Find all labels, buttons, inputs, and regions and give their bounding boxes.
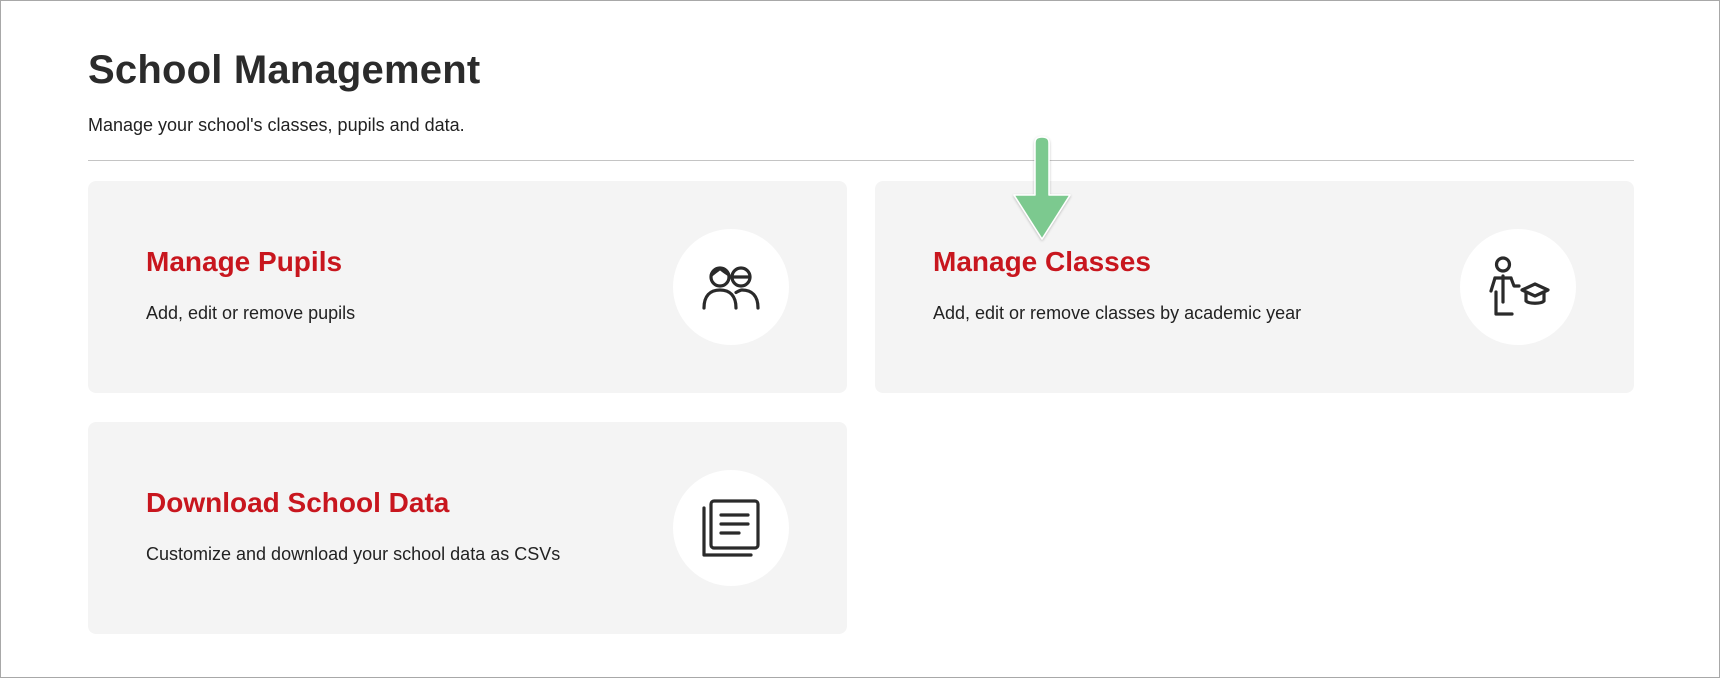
download-school-data-card[interactable]: Download School Data Customize and downl… [88,422,847,634]
documents-icon-circle [673,470,789,586]
download-school-data-title[interactable]: Download School Data [146,486,449,520]
documents-icon [702,499,760,557]
pupils-icon-circle [673,229,789,345]
page-title: School Management [88,48,481,92]
download-school-data-description: Customize and download your school data … [146,544,561,564]
pupils-icon [702,266,760,310]
page-subtitle: Manage your school's classes, pupils and… [88,115,465,135]
down-arrow-icon [1013,136,1071,240]
manage-classes-card[interactable]: Manage Classes Add, edit or remove class… [875,181,1634,393]
manage-pupils-card[interactable]: Manage Pupils Add, edit or remove pupils [88,181,847,393]
manage-pupils-title[interactable]: Manage Pupils [146,245,342,279]
teacher-icon-circle [1460,229,1576,345]
header-divider [88,160,1634,161]
manage-pupils-description: Add, edit or remove pupils [146,303,356,323]
teacher-graduation-icon [1489,256,1550,316]
manage-classes-title[interactable]: Manage Classes [933,245,1151,279]
page-frame: School Management Manage your school's c… [0,0,1720,678]
manage-classes-description: Add, edit or remove classes by academic … [933,303,1302,323]
